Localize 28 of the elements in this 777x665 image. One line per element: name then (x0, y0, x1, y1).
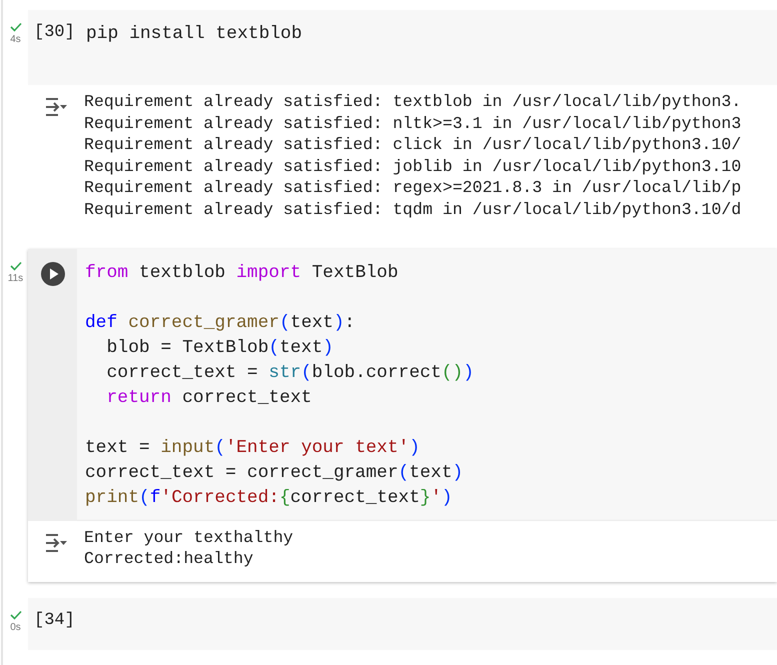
execution-count: [30] (33, 22, 76, 44)
code-line: pip install textblob (86, 23, 302, 46)
code-cell[interactable] (28, 248, 777, 521)
output-line: Requirement already satisfied: tqdm in /usr/local/lib/python3.10/d (84, 198, 742, 221)
output-line: Requirement already satisfied: click in /usr/local/lib/python3.10/ (84, 134, 742, 156)
execution-time: 0s (10, 622, 21, 633)
execution-time: 11s (8, 274, 24, 284)
code-line: text = input('Enter your text') (85, 436, 421, 460)
code-cell[interactable]: [34] (28, 598, 777, 650)
run-button[interactable] (40, 260, 66, 287)
output-toggle-icon[interactable] (44, 532, 68, 553)
code-line: from textblob import TextBlob (85, 262, 400, 285)
output-line: Requirement already satisfied: regex>=2021.8.3 in /usr/local/lib/p (84, 177, 742, 199)
output-line: Requirement already satisfied: textblob in /usr/local/lib/python3. (84, 91, 742, 113)
code-line: correct_text = correct_gramer(text) (85, 462, 464, 485)
execution-time: 4s (10, 35, 21, 45)
code-line: return correct_text (106, 386, 313, 410)
execution-count: [34] (33, 610, 76, 632)
output-toggle-icon[interactable] (44, 97, 68, 117)
output-line: Requirement already satisfied: joblib in /usr/local/lib/python3.10 (84, 156, 742, 178)
code-line: blob = TextBlob(text) (106, 336, 334, 360)
code-line: print(f'Corrected:{correct_text}') (85, 486, 454, 510)
code-cell[interactable]: [30] pip install textblob (28, 10, 777, 85)
output-line: Enter your texthalthy (84, 526, 294, 548)
code-line: correct_text = str(blob.correct()) (106, 362, 474, 385)
code-line: def correct_gramer(text): (85, 312, 356, 335)
output-line: Corrected:healthy (84, 548, 254, 570)
output-line: Requirement already satisfied: nltk>=3.1 in /usr/local/lib/python3 (84, 112, 742, 134)
